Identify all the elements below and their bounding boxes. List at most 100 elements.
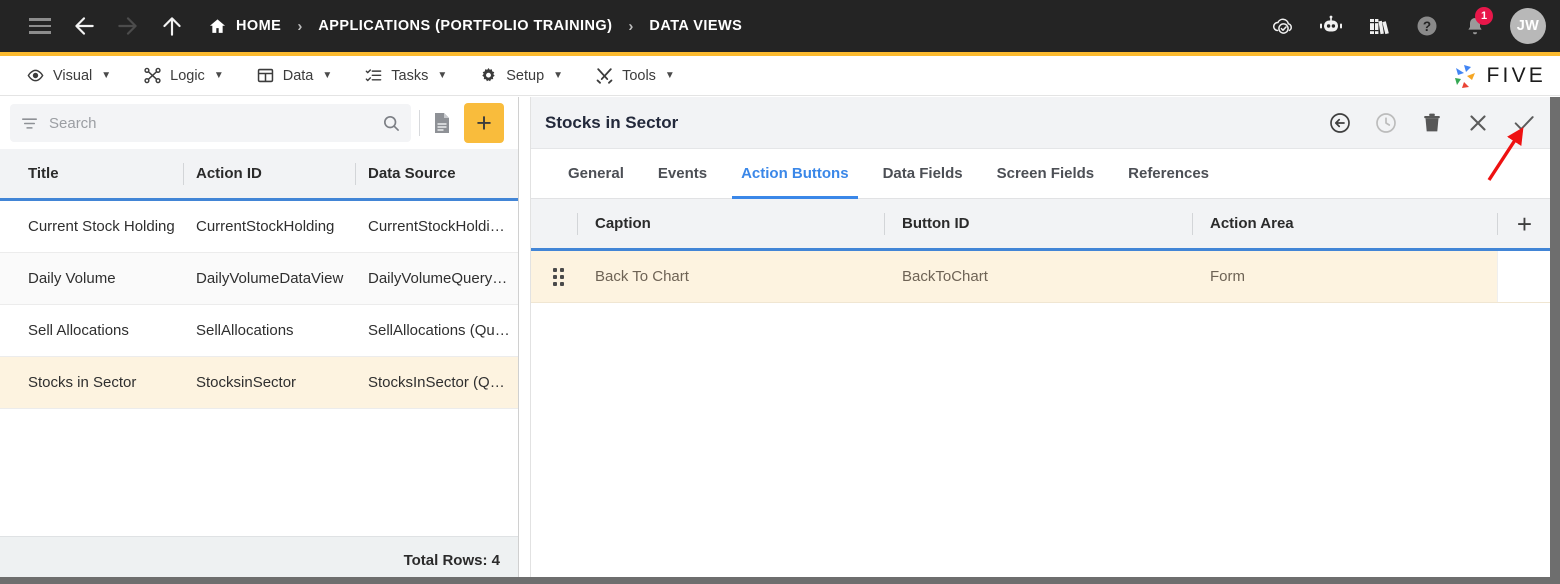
forward-button[interactable] — [106, 4, 150, 48]
page-title: Stocks in Sector — [545, 112, 679, 132]
five-brand-logo: FIVE — [1448, 56, 1546, 96]
column-header-data-source-label: Data Source — [368, 165, 456, 182]
cell-data-source: StocksInSector (Que… — [368, 374, 518, 391]
chat-bot-button[interactable] — [1312, 7, 1350, 45]
panel-gap — [519, 97, 530, 584]
application-window: HOME › APPLICATIONS (PORTFOLIO TRAINING)… — [0, 0, 1560, 584]
toolbar-divider — [419, 110, 420, 136]
back-button[interactable] — [1328, 111, 1352, 135]
table-row-selected[interactable]: Stocks in Sector StocksinSector StocksIn… — [0, 357, 518, 409]
cell-data-source: DailyVolumeQuery (… — [368, 270, 517, 287]
filter-icon[interactable] — [20, 114, 39, 133]
gear-icon — [482, 68, 495, 82]
menu-tools[interactable]: Tools ▼ — [579, 56, 691, 96]
search-toolbar: + — [0, 97, 518, 149]
search-box[interactable] — [10, 104, 411, 142]
column-header-data-source[interactable]: Data Source — [355, 149, 518, 198]
checklist-icon — [365, 69, 382, 82]
tab-references[interactable]: References — [1111, 149, 1226, 199]
menu-logic[interactable]: Logic ▼ — [127, 56, 240, 96]
breadcrumb-item-data-views[interactable]: DATA VIEWS — [649, 18, 742, 34]
breadcrumb-item-applications[interactable]: APPLICATIONS (PORTFOLIO TRAINING) — [318, 18, 612, 34]
menu-tasks[interactable]: Tasks ▼ — [348, 56, 463, 96]
detail-tabs: General Events Action Buttons Data Field… — [531, 149, 1552, 199]
search-input[interactable] — [49, 114, 371, 132]
cell-action-id: StocksinSector — [196, 374, 297, 391]
close-button[interactable] — [1466, 111, 1490, 135]
arrow-right-icon — [118, 17, 137, 35]
data-views-table: Title Action ID Data Source Current Stoc… — [0, 149, 518, 584]
search-icon[interactable] — [381, 113, 401, 133]
chevron-down-icon: ▼ — [213, 70, 224, 81]
back-button[interactable] — [62, 4, 106, 48]
logic-nodes-icon — [144, 67, 161, 84]
delete-button[interactable] — [1420, 111, 1444, 135]
table-row[interactable]: Current Stock Holding CurrentStockHoldin… — [0, 201, 518, 253]
cell-data-source: CurrentStockHoldin… — [368, 218, 514, 235]
cell-row-actions — [1497, 251, 1552, 302]
chat-bot-icon — [1320, 15, 1342, 32]
document-button[interactable] — [428, 109, 456, 137]
history-button[interactable] — [1374, 111, 1398, 135]
arrow-left-icon — [75, 17, 94, 35]
column-header-button-id-label: Button ID — [902, 215, 970, 232]
column-header-action-id-label: Action ID — [196, 165, 262, 182]
avatar[interactable]: JW — [1510, 8, 1546, 44]
tab-data-fields[interactable]: Data Fields — [866, 149, 980, 199]
hamburger-menu-button[interactable] — [18, 4, 62, 48]
column-header-action-area[interactable]: Action Area — [1192, 199, 1497, 248]
column-divider — [1497, 213, 1498, 235]
cell-title: Sell Allocations — [28, 322, 129, 339]
cell-action-id: CurrentStockHolding — [196, 218, 335, 235]
table-row[interactable]: Sell Allocations SellAllocations SellAll… — [0, 305, 518, 357]
menu-tasks-label: Tasks — [391, 67, 429, 84]
cell-data-source: SellAllocations (Que… — [368, 322, 518, 339]
table-row[interactable]: Daily Volume DailyVolumeDataView DailyVo… — [0, 253, 518, 305]
action-buttons-table: Caption Button ID Action Area + Back To … — [531, 199, 1552, 577]
drag-handle-icon[interactable] — [553, 267, 577, 286]
column-header-action-id[interactable]: Action ID — [183, 149, 355, 198]
menu-setup[interactable]: Setup ▼ — [463, 56, 579, 96]
breadcrumb: HOME › APPLICATIONS (PORTFOLIO TRAINING)… — [208, 17, 742, 36]
cell-title: Stocks in Sector — [28, 374, 137, 391]
library-books-button[interactable] — [1360, 7, 1398, 45]
column-header-caption[interactable]: Caption — [577, 199, 884, 248]
up-button[interactable] — [150, 4, 194, 48]
chevron-down-icon: ▼ — [322, 70, 333, 81]
menu-visual[interactable]: Visual ▼ — [10, 56, 127, 96]
row-drag-cell[interactable] — [531, 267, 577, 286]
five-pinwheel-icon — [1454, 65, 1475, 88]
column-header-add[interactable]: + — [1497, 199, 1552, 248]
arrow-up-icon — [163, 17, 181, 36]
add-action-button[interactable]: + — [1517, 211, 1532, 237]
history-clock-icon — [1376, 112, 1396, 133]
help-button[interactable]: ? — [1408, 7, 1446, 45]
column-divider — [183, 163, 184, 185]
column-divider — [355, 163, 356, 185]
column-header-button-id[interactable]: Button ID — [884, 199, 1192, 248]
tab-events[interactable]: Events — [641, 149, 724, 199]
menu-visual-label: Visual — [53, 67, 93, 84]
table-empty-area — [0, 409, 518, 536]
breadcrumb-item-home[interactable]: HOME — [208, 17, 281, 36]
save-button[interactable] — [1512, 111, 1536, 135]
menu-data[interactable]: Data ▼ — [240, 56, 349, 96]
breadcrumb-label-data-views: DATA VIEWS — [649, 18, 743, 34]
header-action-icons: ? 1 JW — [1264, 0, 1546, 52]
cell-button-id: BackToChart — [902, 268, 988, 285]
column-header-title[interactable]: Title — [0, 149, 183, 198]
notifications-button[interactable]: 1 — [1456, 7, 1494, 45]
table-header-row: Caption Button ID Action Area + — [531, 199, 1552, 251]
data-view-detail-panel: Stocks in Sector General Events Action B… — [530, 97, 1552, 577]
top-header-bar: HOME › APPLICATIONS (PORTFOLIO TRAINING)… — [0, 0, 1560, 52]
horizontal-scrollbar[interactable] — [0, 577, 1560, 584]
cloud-check-button[interactable] — [1264, 7, 1302, 45]
vertical-scrollbar[interactable] — [1550, 97, 1560, 577]
add-data-view-button[interactable]: + — [464, 103, 504, 143]
tab-action-buttons[interactable]: Action Buttons — [724, 149, 865, 199]
tab-general[interactable]: General — [551, 149, 641, 199]
cell-title: Current Stock Holding — [28, 218, 175, 235]
cell-action-id: SellAllocations — [196, 322, 294, 339]
tab-screen-fields[interactable]: Screen Fields — [980, 149, 1112, 199]
table-row[interactable]: Back To Chart BackToChart Form — [531, 251, 1552, 303]
